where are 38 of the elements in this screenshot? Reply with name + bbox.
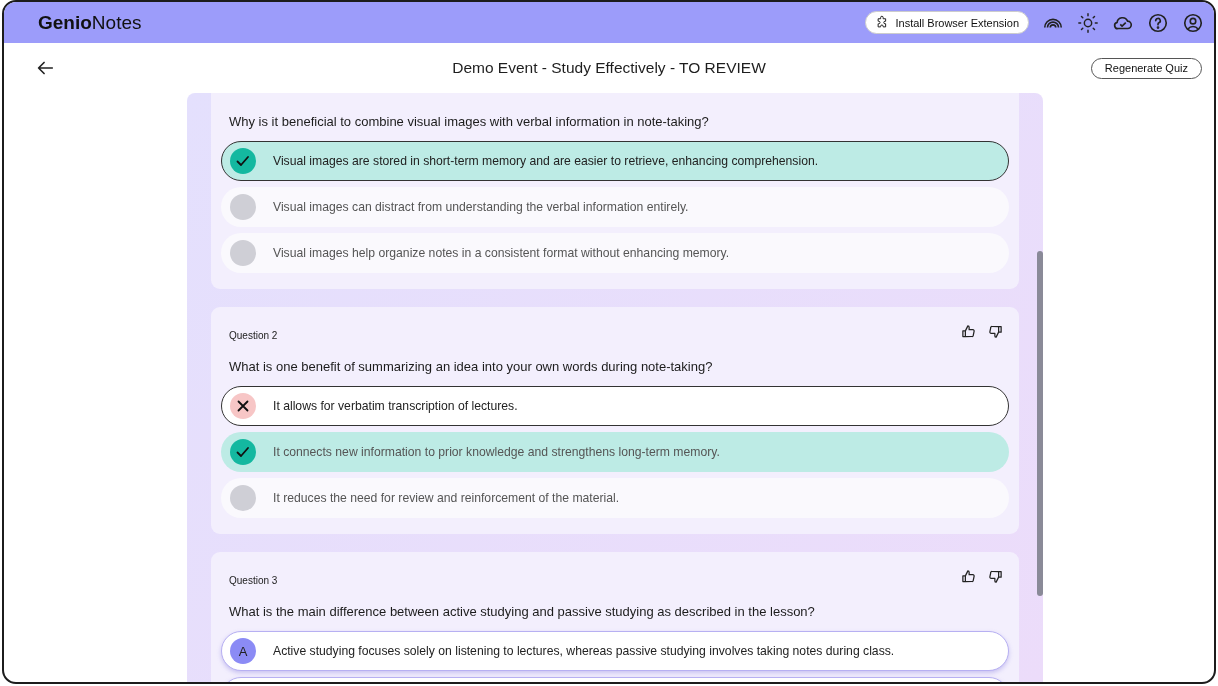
- answer-option[interactable]: It reduces the need for review and reinforcement of the material.: [221, 478, 1009, 518]
- install-extension-button[interactable]: Install Browser Extension: [864, 11, 1029, 34]
- sun-icon[interactable]: [1077, 11, 1099, 34]
- question-number: Question 3: [229, 575, 278, 586]
- option-text: It connects new information to prior knowledge and strengthens long-term memory.: [273, 445, 720, 459]
- thumbs-down-icon[interactable]: [988, 324, 1003, 339]
- radio-circle: [230, 194, 256, 220]
- option-text: It allows for verbatim transcription of lectures.: [273, 399, 518, 413]
- question-number: Question 2: [229, 330, 278, 341]
- answer-option[interactable]: It allows for verbatim transcription of lectures.: [221, 386, 1009, 426]
- question-text: Why is it beneficial to combine visual images with verbal information in note-taking?: [229, 114, 710, 129]
- answer-option[interactable]: Visual images can distract from understanding the verbal information entirely.: [221, 187, 1009, 227]
- user-icon[interactable]: [1182, 11, 1204, 34]
- help-icon[interactable]: [1147, 11, 1169, 34]
- option-letter: A: [230, 638, 256, 664]
- check-icon: [230, 439, 256, 465]
- radio-circle: [230, 485, 256, 511]
- thumbs-down-icon[interactable]: [988, 569, 1003, 584]
- answer-option[interactable]: It connects new information to prior knowledge and strengthens long-term memory.: [221, 432, 1009, 472]
- option-text: It reduces the need for review and reinforcement of the material.: [273, 491, 620, 505]
- scrollbar-thumb[interactable]: [1037, 251, 1043, 596]
- question-text: What is one benefit of summarizing an idea into your own words during note-taking?: [229, 359, 714, 374]
- answer-option[interactable]: Visual images are stored in short-term memory and are easier to retrieve, enhancing comprehension.: [221, 141, 1009, 181]
- regenerate-quiz-button[interactable]: Regenerate Quiz: [1090, 57, 1202, 79]
- option-text: Active studying focuses solely on listening to lectures, whereas passive studying involves taking notes during class.: [273, 644, 895, 658]
- question-text: What is the main difference between active studying and passive studying as described in the lesson?: [229, 604, 816, 619]
- option-text: Visual images help organize notes in a consistent format without enhancing memory.: [273, 246, 730, 260]
- thumbs-up-icon[interactable]: [961, 324, 976, 339]
- check-icon: [230, 148, 256, 174]
- option-text: Visual images can distract from understanding the verbal information entirely.: [273, 200, 689, 214]
- cross-icon: [230, 393, 256, 419]
- radio-circle: [230, 240, 256, 266]
- option-text: Visual images are stored in short-term memory and are easier to retrieve, enhancing comprehension.: [273, 154, 819, 168]
- answer-option[interactable]: A Active studying focuses solely on listening to lectures, whereas passive studying involves taking notes during class.: [221, 631, 1009, 671]
- answer-option[interactable]: Visual images help organize notes in a consistent format without enhancing memory.: [221, 233, 1009, 273]
- app-logo[interactable]: GenioNotes: [38, 11, 142, 34]
- thumbs-up-icon[interactable]: [961, 569, 976, 584]
- page-title: Demo Event - Study Effectively - TO REVIEW: [452, 59, 766, 77]
